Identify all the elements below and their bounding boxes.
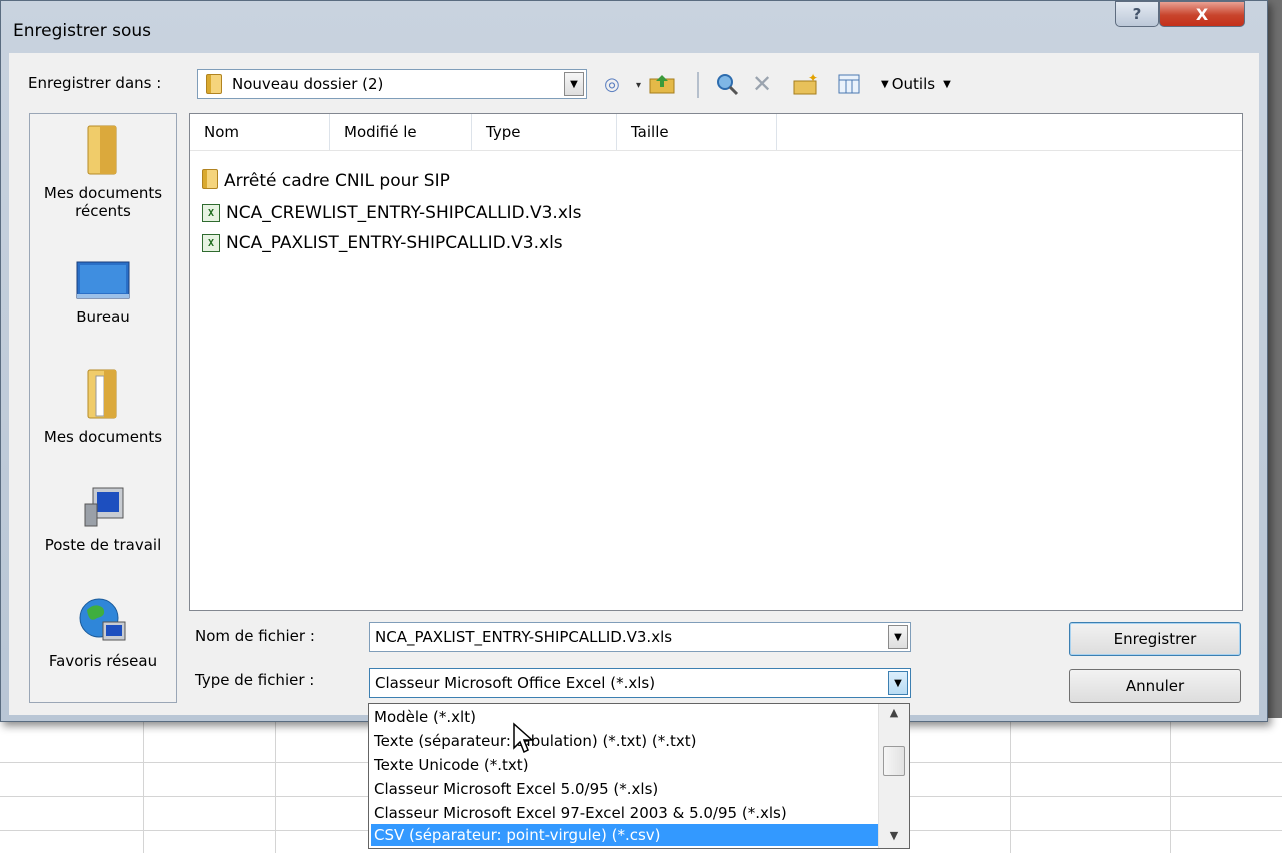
chevron-down-icon[interactable]: ▼: [888, 625, 908, 649]
filename-label: Nom de fichier :: [195, 627, 315, 645]
dropdown-option[interactable]: Texte (séparateur: tabulation) (*.txt) (…: [371, 730, 880, 752]
list-item[interactable]: Arrêté cadre CNIL pour SIP: [202, 168, 450, 194]
column-header-size[interactable]: Taille: [617, 114, 777, 150]
cancel-button[interactable]: Annuler: [1069, 669, 1241, 703]
place-label: Bureau: [76, 308, 130, 326]
column-header-name[interactable]: Nom: [190, 114, 330, 150]
dropdown-option[interactable]: Modèle (*.xlt): [371, 706, 880, 728]
place-label: Favoris réseau: [48, 652, 158, 670]
recent-folder-icon: [87, 125, 117, 175]
title-bar[interactable]: Enregistrer sous ? X: [1, 1, 1267, 53]
desktop-icon: [76, 261, 130, 299]
file-name: NCA_CREWLIST_ENTRY-SHIPCALLID.V3.xls: [226, 203, 582, 223]
excel-file-icon: X: [202, 234, 220, 252]
chevron-down-icon[interactable]: ▼: [888, 671, 908, 695]
place-recent-documents[interactable]: Mes documents récents: [30, 122, 176, 220]
window-edge: [1268, 0, 1282, 718]
toolbar-separator: [697, 72, 699, 98]
chevron-down-icon: ▼: [943, 78, 951, 90]
file-list[interactable]: Nom Modifié le Type Taille Arrêté cadre …: [189, 113, 1243, 611]
dropdown-option-selected[interactable]: CSV (séparateur: point-virgule) (*.csv): [371, 824, 880, 846]
grid-line: [1170, 718, 1171, 853]
save-in-location: Nouveau dossier (2): [232, 75, 384, 93]
chevron-down-icon: ▼: [881, 78, 889, 90]
help-icon: ?: [1132, 5, 1142, 23]
filetype-label: Type de fichier :: [195, 671, 315, 689]
search-web-icon[interactable]: [713, 72, 741, 96]
save-in-combo[interactable]: Nouveau dossier (2) ▼: [197, 69, 587, 99]
header-divider: [190, 150, 1242, 151]
column-header-modified[interactable]: Modifié le: [330, 114, 472, 150]
tools-label: Outils: [891, 75, 936, 93]
new-folder-icon[interactable]: ✦: [791, 72, 821, 96]
filename-value: NCA_PAXLIST_ENTRY-SHIPCALLID.V3.xls: [375, 628, 673, 646]
tools-menu[interactable]: ▼ Outils ▼: [881, 72, 981, 96]
close-button[interactable]: X: [1159, 1, 1245, 27]
close-icon: X: [1195, 4, 1209, 24]
place-my-computer[interactable]: Poste de travail: [30, 484, 176, 554]
excel-file-icon: X: [202, 204, 220, 222]
scroll-thumb[interactable]: [883, 746, 905, 776]
filetype-select[interactable]: Classeur Microsoft Office Excel (*.xls) …: [369, 668, 911, 698]
filetype-value: Classeur Microsoft Office Excel (*.xls): [375, 674, 656, 692]
filename-field[interactable]: NCA_PAXLIST_ENTRY-SHIPCALLID.V3.xls ▼: [369, 622, 911, 652]
scroll-down-icon[interactable]: ▼: [879, 829, 909, 842]
dropdown-option[interactable]: Texte Unicode (*.txt): [371, 754, 880, 776]
place-desktop[interactable]: Bureau: [30, 258, 176, 326]
places-bar: Mes documents récents Bureau Mes documen…: [29, 113, 177, 703]
column-header-type[interactable]: Type: [472, 114, 617, 150]
grid-line: [275, 718, 276, 853]
save-in-label: Enregistrer dans :: [28, 74, 162, 92]
help-button[interactable]: ?: [1115, 1, 1159, 27]
dialog-title: Enregistrer sous: [13, 21, 151, 41]
save-as-dialog: Enregistrer sous ? X Enregistrer dans : …: [0, 0, 1268, 722]
file-name: Arrêté cadre CNIL pour SIP: [224, 171, 450, 191]
list-item[interactable]: X NCA_PAXLIST_ENTRY-SHIPCALLID.V3.xls: [202, 230, 563, 256]
place-label: récents: [75, 202, 131, 220]
svg-text:✦: ✦: [808, 73, 818, 85]
grid-line: [1010, 718, 1011, 853]
grid-line: [143, 718, 144, 853]
dropdown-option[interactable]: Classeur Microsoft Excel 5.0/95 (*.xls): [371, 778, 880, 800]
save-button[interactable]: Enregistrer: [1069, 622, 1241, 656]
views-icon[interactable]: [835, 72, 863, 96]
scroll-up-icon[interactable]: ▲: [879, 706, 909, 719]
svg-text:▾: ▾: [636, 80, 641, 91]
place-my-documents[interactable]: Mes documents: [30, 366, 176, 446]
list-item[interactable]: X NCA_CREWLIST_ENTRY-SHIPCALLID.V3.xls: [202, 200, 581, 226]
folder-icon: [202, 168, 218, 194]
place-label: Poste de travail: [44, 536, 162, 554]
chevron-down-icon[interactable]: ▼: [564, 72, 584, 96]
dropdown-scrollbar[interactable]: ▲ ▼: [878, 704, 909, 848]
place-network[interactable]: Favoris réseau: [30, 596, 176, 670]
up-folder-icon[interactable]: ▾: [633, 72, 683, 96]
filetype-dropdown-list[interactable]: Modèle (*.xlt) Texte (séparateur: tabula…: [368, 703, 910, 849]
documents-folder-icon: [87, 369, 117, 419]
mouse-cursor-icon: [513, 722, 534, 754]
file-name: NCA_PAXLIST_ENTRY-SHIPCALLID.V3.xls: [226, 233, 563, 253]
computer-icon: [84, 487, 124, 527]
folder-icon: [206, 74, 222, 98]
back-icon[interactable]: ◎: [599, 72, 625, 96]
delete-icon[interactable]: ✕: [749, 70, 775, 98]
place-label: Mes documents: [43, 428, 163, 446]
dropdown-option[interactable]: Classeur Microsoft Excel 97-Excel 2003 &…: [371, 802, 880, 824]
place-label: Mes documents: [43, 184, 163, 202]
network-globe-icon: [79, 598, 126, 641]
